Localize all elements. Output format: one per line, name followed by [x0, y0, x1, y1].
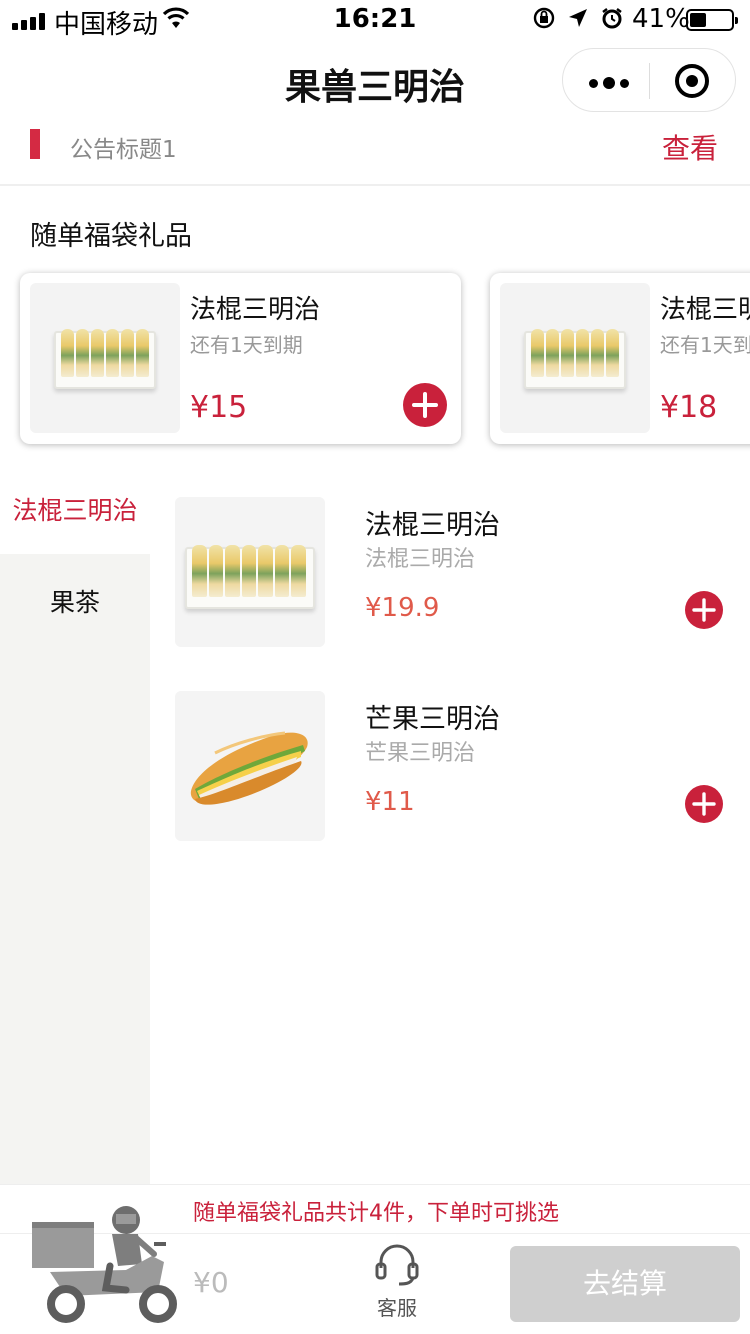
gift-card-expiry: 还有1天到期 [190, 333, 303, 357]
sandwich-image [190, 731, 308, 805]
checkout-button[interactable]: 去结算 [510, 1246, 740, 1322]
gift-card-name: 法棍三明治 [190, 295, 321, 325]
gift-card-name: 法棍三明治 [660, 295, 750, 325]
gift-card-expiry: 还有1天到期 [660, 333, 750, 357]
delivery-scooter-icon[interactable] [26, 1200, 182, 1326]
product-name: 法棍三明治 [365, 510, 500, 541]
product-desc: 法棍三明治 [365, 547, 476, 572]
headset-icon [375, 1244, 419, 1286]
plus-circle-icon[interactable] [403, 383, 447, 427]
category-sidebar: 法棍三明治 果茶 [0, 468, 150, 1184]
gift-card-price: ¥15 [190, 390, 248, 425]
close-miniprogram-icon[interactable] [675, 64, 709, 98]
category-item-baguette-sandwich[interactable]: 法棍三明治 [0, 468, 150, 554]
product-image [175, 497, 325, 647]
notice-bar: 公告标题1 查看 [0, 118, 750, 186]
notice-title: 公告标题1 [70, 137, 177, 163]
location-icon [569, 9, 587, 27]
alarm-icon [602, 8, 622, 29]
battery-percent: 41% [632, 4, 690, 34]
cart-bar: ¥0 客服 去结算 [0, 1206, 750, 1334]
more-icon[interactable] [589, 77, 629, 89]
battery-icon [686, 9, 738, 31]
product-price: ¥19.9 [365, 593, 440, 623]
gift-card-price: ¥18 [660, 390, 718, 425]
cart-total: ¥0 [193, 1266, 229, 1299]
gift-card[interactable]: 法棍三明治 还有1天到期 ¥18 [490, 273, 750, 444]
product-name: 芒果三明治 [365, 704, 500, 735]
gift-product-image [500, 283, 650, 433]
gift-hint-text: 随单福袋礼品共计4件，下单时可挑选 [193, 1201, 559, 1226]
product-item[interactable]: 芒果三明治 芒果三明治 ¥11 [175, 691, 750, 841]
customer-service-button[interactable]: 客服 [366, 1242, 428, 1321]
gift-section-title: 随单福袋礼品 [30, 221, 192, 252]
mini-program-capsule [562, 48, 736, 112]
product-desc: 芒果三明治 [365, 741, 476, 766]
status-icons [532, 6, 624, 30]
gift-card[interactable]: 法棍三明治 还有1天到期 ¥15 [20, 273, 461, 444]
product-image [175, 691, 325, 841]
product-price: ¥11 [365, 787, 415, 817]
category-item-fruit-tea[interactable]: 果茶 [0, 560, 150, 646]
mini-program-page: 中国移动 16:21 41% 果兽三明治 公告标题1 查看 随单福袋礼品 法棍三… [0, 0, 750, 1334]
gift-product-image [30, 283, 180, 433]
plus-circle-icon[interactable] [685, 785, 723, 823]
product-item[interactable]: 法棍三明治 法棍三明治 ¥19.9 [175, 497, 750, 647]
capsule-divider [649, 63, 650, 99]
orientation-lock-icon [533, 7, 555, 29]
customer-service-label: 客服 [377, 1296, 417, 1320]
plus-circle-icon[interactable] [685, 591, 723, 629]
notice-marker [30, 129, 40, 159]
status-bar: 中国移动 16:21 41% [0, 0, 750, 40]
notice-view-link[interactable]: 查看 [662, 127, 718, 167]
